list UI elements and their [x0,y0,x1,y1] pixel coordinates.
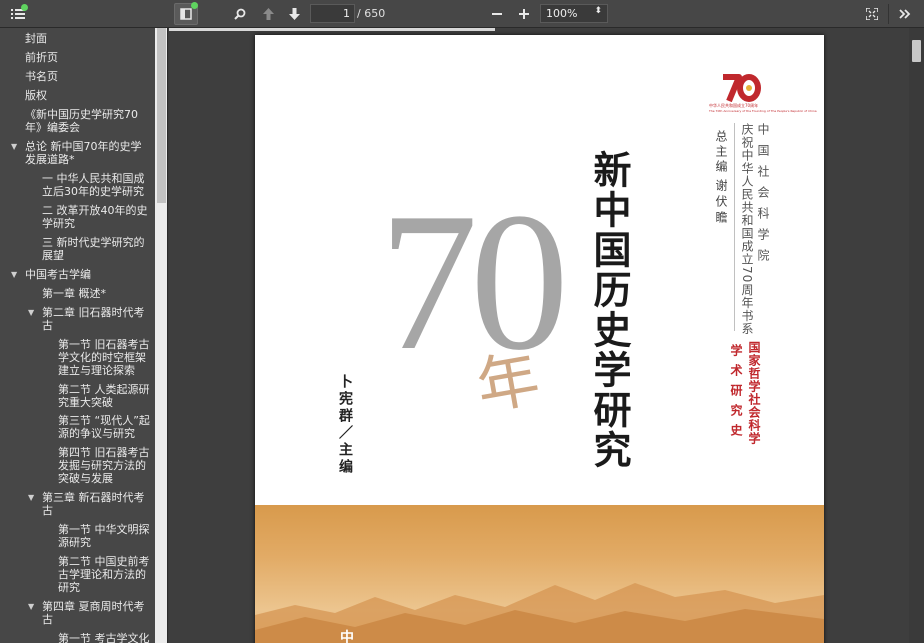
logo-caption-en: The 70th Anniversary of the Founding of … [709,109,817,113]
outline-item[interactable]: 第四节 旧石器考古发掘与研究方法的突破与发展 [58,446,150,485]
outline-sidebar: 封面 前折页 书名页 版权 《新中国历史学研究70年》编委会 ▼ 总论 新中国7… [0,28,168,643]
loading-bar [169,28,495,31]
notification-dot [21,4,28,11]
cover-author: 卜宪群／主编 [337,374,353,476]
zoom-value: 100% [546,7,578,20]
divider-line [734,123,735,331]
outline-item[interactable]: 第三节 “现代人”起源的争议与研究 [58,414,150,440]
view-panel-button[interactable] [174,2,198,25]
outline-item[interactable]: 第二章 旧石器时代考古 [42,306,148,332]
cover-big-number: 70 [379,172,569,391]
chief-editor-name: 谢伏瞻 [714,179,728,227]
zoom-out-button[interactable] [487,3,507,25]
previous-page-button[interactable] [258,3,278,25]
cover-bottom-mark: 中 [340,630,354,643]
expand-arrow-icon[interactable]: ▼ [11,140,17,153]
next-page-button[interactable] [284,3,304,25]
panel-icon [180,8,192,20]
page-count: / 650 [357,7,386,20]
outline-item[interactable]: 总论 新中国70年的史学发展道路* [25,140,151,166]
zoom-select[interactable]: 100% ⬍ [540,4,608,23]
document-viewer[interactable]: 70 年 新中国历史学研究 卜宪群／主编 总主编 谢伏瞻 中国社会科学院 庆祝中… [169,28,924,643]
pdf-page[interactable]: 70 年 新中国历史学研究 卜宪群／主编 总主编 谢伏瞻 中国社会科学院 庆祝中… [255,35,824,643]
outline-item[interactable]: 第一章 概述* [42,287,148,300]
tools-menu-button[interactable] [893,3,917,25]
outline-item[interactable]: 第四章 夏商周时代考古 [42,600,148,626]
outline-item[interactable]: 第一节 旧石器考古学文化的时空框架建立与理论探索 [58,338,150,377]
page-number-input[interactable] [310,4,355,23]
outline-item[interactable]: 封面 [25,32,150,45]
toolbar-divider [888,4,889,24]
expand-arrow-icon[interactable]: ▼ [28,306,34,319]
viewer-scrollbar[interactable] [909,28,924,643]
series-category-line1: 国家哲学社会科学 [747,341,761,445]
outline-item[interactable]: 版权 [25,89,150,102]
toolbar: / 650 100% ⬍ [0,0,924,28]
outline-item[interactable]: 第一节 考古学文化 [58,632,150,643]
anniversary-logo: 中华人民共和国成立70周年 The 70th Anniversary of th… [709,73,817,119]
viewer-scrollbar-thumb[interactable] [912,40,921,62]
outline-item[interactable]: 《新中国历史学研究70年》编委会 [25,108,143,134]
outline-item[interactable]: 三 新时代史学研究的展望 [42,236,148,262]
find-button[interactable] [230,3,250,25]
outline-item[interactable]: 第一节 中华文明探源研究 [58,523,150,549]
series-name: 庆祝中华人民共和国成立70周年书系 [740,123,754,336]
expand-arrow-icon[interactable]: ▼ [11,268,17,281]
outline-item[interactable]: 二 改革开放40年的史学研究 [42,204,148,230]
outline-item[interactable]: 第二节 中国史前考古学理论和方法的研究 [58,555,150,594]
arrow-down-icon [288,8,300,20]
presentation-mode-button[interactable] [862,3,882,25]
double-chevron-right-icon [899,9,911,19]
expand-arrow-icon[interactable]: ▼ [28,600,34,613]
plus-icon [519,9,529,19]
chief-editor-label: 总主编 [714,130,728,175]
outline-item[interactable]: 第二节 人类起源研究重大突破 [58,383,150,409]
outline-item[interactable]: 一 中华人民共和国成立后30年的史学研究 [42,172,148,198]
institution-name: 中国社会科学院 [756,123,770,270]
search-icon [234,8,246,20]
series-category-line2: 学术研究史 [729,344,743,444]
arrow-up-icon [262,8,274,20]
panel-status-dot [191,2,198,9]
outline-item[interactable]: 书名页 [25,70,150,83]
logo-emblem-icon [723,74,761,103]
outline-item[interactable]: 前折页 [25,51,150,64]
zoom-in-button[interactable] [514,3,534,25]
expand-arrow-icon[interactable]: ▼ [28,491,34,504]
cover-title: 新中国历史学研究 [587,150,632,470]
fullscreen-icon [866,8,878,20]
sidebar-scrollbar-thumb[interactable] [157,28,166,203]
sidebar-toggle-button[interactable] [5,3,31,25]
pdf-viewer-app: / 650 100% ⬍ 封面 前折页 书名页 [0,0,924,643]
outline-item[interactable]: 第三章 新石器时代考古 [42,491,148,517]
minus-icon [492,13,502,15]
cover-year-char: 年 [471,341,545,424]
outline-item[interactable]: 中国考古学编 [25,268,150,281]
select-arrows-icon: ⬍ [594,6,602,16]
